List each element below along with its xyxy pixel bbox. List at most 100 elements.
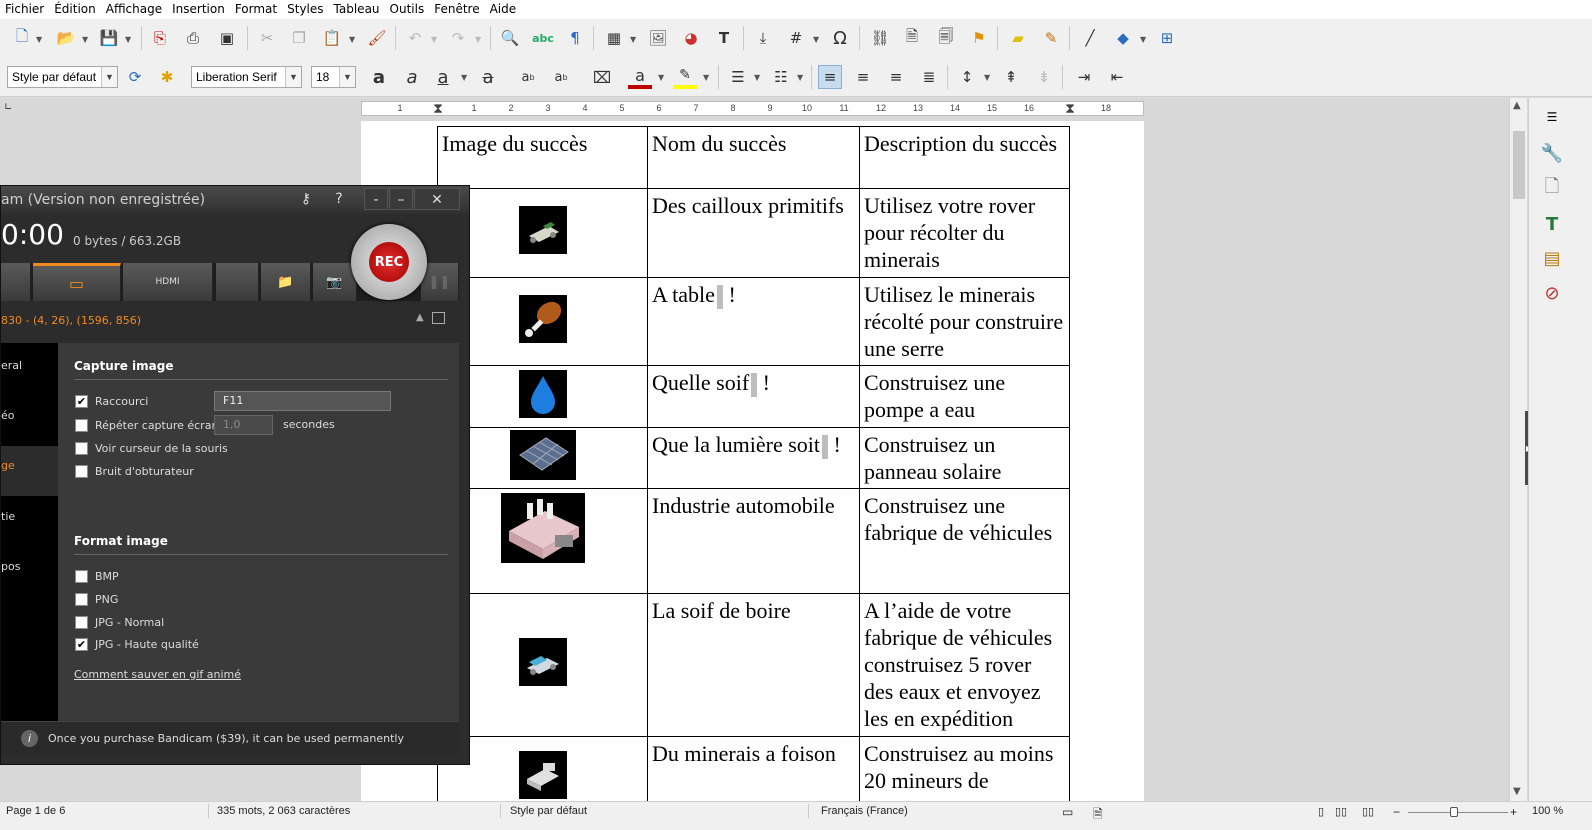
- chevron-down-icon[interactable]: ▼: [349, 35, 355, 44]
- print-icon[interactable]: ⎙: [181, 26, 205, 50]
- menu-fenetre[interactable]: Fenêtre: [429, 0, 484, 19]
- cut-icon[interactable]: ✂: [255, 26, 279, 50]
- font-color-icon[interactable]: a: [628, 65, 652, 89]
- purchase-message[interactable]: Once you purchase Bandicam ($39), it can…: [48, 732, 404, 745]
- increase-indent-icon[interactable]: ⇥: [1072, 65, 1096, 89]
- chevron-down-icon[interactable]: ▼: [703, 73, 709, 82]
- table-desc-cell[interactable]: Construisez une fabrique de véhicules: [859, 488, 1070, 594]
- horizontal-ruler[interactable]: 1 ⧗ 1 2 3 4 5 6 7 8 9 10 11 12 13 14 15 …: [361, 100, 1144, 116]
- open-folder-button[interactable]: 📁: [261, 263, 311, 301]
- pause-button[interactable]: ❚❚: [421, 263, 459, 301]
- table-name-cell[interactable]: La soif de boire: [647, 593, 860, 737]
- tab-rectangle[interactable]: ▭: [33, 263, 121, 301]
- menu-format[interactable]: Format: [230, 0, 282, 19]
- scroll-thumb[interactable]: [1513, 131, 1525, 199]
- menu-aide[interactable]: Aide: [485, 0, 522, 19]
- menu-insertion[interactable]: Insertion: [167, 0, 230, 19]
- chevron-down-icon[interactable]: ▼: [475, 35, 481, 44]
- nav-image[interactable]: ge: [1, 446, 58, 496]
- chevron-down-icon[interactable]: ▼: [125, 35, 131, 44]
- superscript-icon[interactable]: ab: [516, 65, 540, 89]
- table-header-cell[interactable]: Image du succès: [437, 126, 648, 189]
- table-name-cell[interactable]: Que la lumière soit !: [647, 427, 860, 489]
- insert-table-icon[interactable]: ▦: [602, 26, 626, 50]
- chevron-down-icon[interactable]: ▼: [101, 67, 117, 87]
- document-page[interactable]: Image du succès Nom du succès Descriptio…: [361, 121, 1144, 811]
- menu-affichage[interactable]: Affichage: [101, 0, 167, 19]
- nav-about[interactable]: pos: [1, 560, 20, 573]
- shortcut-input[interactable]: F11: [214, 391, 391, 411]
- bookmark-icon[interactable]: ⚑: [967, 26, 991, 50]
- table-name-cell[interactable]: A table !: [647, 277, 860, 366]
- chevron-down-icon[interactable]: ▼: [1140, 35, 1146, 44]
- insert-mode-icon[interactable]: ▭: [1062, 805, 1073, 819]
- shutter-sound-checkbox[interactable]: [75, 465, 88, 478]
- tab-fullscreen[interactable]: [1, 263, 31, 301]
- status-zoom[interactable]: 100 %: [1532, 805, 1563, 817]
- document-modified-icon[interactable]: 🗎: [1093, 805, 1103, 826]
- footnote-icon[interactable]: 🗎: [900, 26, 924, 50]
- table-desc-cell[interactable]: Utilisez votre rover pour récolter du mi…: [859, 188, 1070, 278]
- draw-functions-icon[interactable]: ⊞: [1155, 26, 1179, 50]
- table-name-cell[interactable]: Du minerais a foison: [647, 736, 860, 811]
- scroll-up-icon[interactable]: ▲: [1513, 100, 1521, 111]
- bullet-list-icon[interactable]: ☰: [726, 65, 750, 89]
- status-language[interactable]: Français (France): [821, 805, 908, 817]
- clear-formatting-icon[interactable]: ⌧: [590, 65, 614, 89]
- single-page-view-icon[interactable]: ▯: [1318, 805, 1324, 818]
- chevron-down-icon[interactable]: ▼: [285, 67, 301, 87]
- align-left-icon[interactable]: ≡: [818, 65, 842, 89]
- table-name-cell[interactable]: Des cailloux primitifs: [647, 188, 860, 278]
- formatting-marks-icon[interactable]: ¶: [563, 26, 587, 50]
- undo-icon[interactable]: ↶: [403, 26, 427, 50]
- chevron-down-icon[interactable]: ▼: [797, 73, 803, 82]
- jpg-normal-checkbox[interactable]: [75, 616, 88, 629]
- redo-icon[interactable]: ↷: [446, 26, 470, 50]
- screenshot-button[interactable]: 📷: [313, 263, 357, 301]
- endnote-icon[interactable]: 🗐: [934, 26, 958, 50]
- copy-icon[interactable]: ❐: [287, 26, 311, 50]
- chevron-down-icon[interactable]: ▼: [754, 73, 760, 82]
- table-header-cell[interactable]: Description du succès: [859, 126, 1070, 189]
- highlight-icon[interactable]: ✎: [673, 65, 697, 89]
- zoom-out-icon[interactable]: −: [1393, 805, 1400, 819]
- page-icon[interactable]: 🗋: [1538, 176, 1566, 202]
- hyperlink-icon[interactable]: ⛓: [868, 26, 892, 50]
- paragraph-style-combo[interactable]: Style par défaut ▼: [7, 66, 118, 88]
- chevron-down-icon[interactable]: ▼: [630, 35, 636, 44]
- font-size-combo[interactable]: 18 ▼: [311, 66, 356, 88]
- gif-help-link[interactable]: Comment sauver en gif animé: [74, 668, 241, 681]
- insert-textbox-icon[interactable]: T: [712, 26, 736, 50]
- minimize-button[interactable]: –: [389, 188, 413, 210]
- special-character-icon[interactable]: Ω: [828, 26, 852, 50]
- chevron-down-icon[interactable]: ▼: [36, 35, 42, 44]
- nav-general[interactable]: eral: [1, 359, 22, 372]
- insert-page-break-icon[interactable]: ⤓: [751, 26, 775, 50]
- settings-mini-icon[interactable]: -: [364, 188, 388, 210]
- table-header-cell[interactable]: Nom du succès: [647, 126, 860, 189]
- styles-icon[interactable]: T: [1538, 211, 1566, 237]
- chevron-down-icon[interactable]: ▼: [461, 73, 467, 82]
- bold-icon[interactable]: a: [367, 65, 391, 89]
- insert-field-icon[interactable]: #: [784, 26, 808, 50]
- basic-shapes-icon[interactable]: ◆: [1111, 26, 1135, 50]
- bmp-checkbox[interactable]: [75, 570, 88, 583]
- status-page-style[interactable]: Style par défaut: [510, 805, 587, 817]
- status-page[interactable]: Page 1 de 6: [6, 805, 65, 817]
- update-style-icon[interactable]: ⟳: [123, 65, 147, 89]
- save-icon[interactable]: 💾: [97, 26, 121, 50]
- track-changes-icon[interactable]: ✎: [1039, 26, 1063, 50]
- show-cursor-checkbox[interactable]: [75, 442, 88, 455]
- insert-image-icon[interactable]: 🖼: [646, 26, 670, 50]
- print-preview-icon[interactable]: ▣: [215, 26, 239, 50]
- table-desc-cell[interactable]: A l’aide de votre fabrique de véhicules …: [859, 593, 1070, 737]
- spellcheck-icon[interactable]: abc: [531, 26, 555, 50]
- table-name-cell[interactable]: Industrie automobile: [647, 488, 860, 594]
- tab-hdmi[interactable]: HDMI: [123, 263, 213, 301]
- status-word-count[interactable]: 335 mots, 2 063 caractères: [217, 805, 350, 817]
- close-button[interactable]: ✕: [414, 188, 460, 210]
- align-right-icon[interactable]: ≡: [884, 65, 908, 89]
- align-center-icon[interactable]: ≡: [851, 65, 875, 89]
- zoom-in-icon[interactable]: +: [1510, 805, 1517, 819]
- rec-button[interactable]: REC: [351, 224, 427, 300]
